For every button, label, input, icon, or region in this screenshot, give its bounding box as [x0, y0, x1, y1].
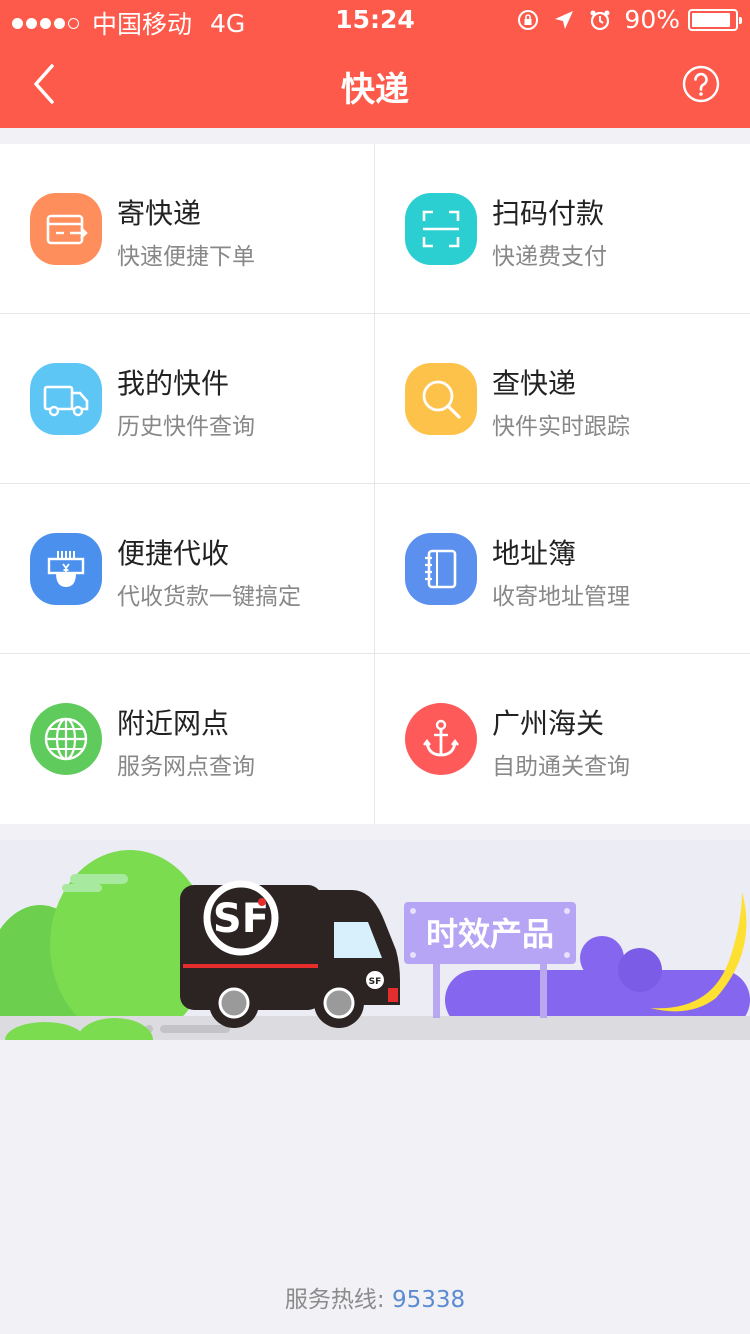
banner-illustration: 时效产品 SF SF: [0, 840, 750, 1040]
anchor-icon: [405, 703, 477, 775]
status-bar-right: 90%: [516, 5, 742, 34]
navigation-bar: 快递: [0, 40, 750, 128]
menu-item-cash-on-delivery[interactable]: 便捷代收 代收货款一键搞定: [0, 484, 375, 654]
location-arrow-icon: [555, 10, 574, 29]
alarm-icon: [590, 10, 610, 30]
menu-item-title: 附近网点: [117, 707, 230, 740]
truck-icon: [30, 363, 102, 435]
menu-item-subtitle: 服务网点查询: [117, 754, 255, 780]
menu-item-guangzhou-customs[interactable]: 广州海关 自助通关查询: [375, 654, 750, 824]
menu-item-title: 地址簿: [492, 537, 577, 570]
banner-sign-text: 时效产品: [426, 915, 554, 953]
battery-percent: 90%: [624, 5, 680, 34]
cash-on-delivery-icon: [30, 533, 102, 605]
page-title: 快递: [341, 70, 409, 110]
service-menu-grid: 寄快递 快速便捷下单 扫码付款 快递费支付 我的快件 历史快件查询 查快递 快件…: [0, 144, 750, 824]
battery-level-fill: [692, 12, 730, 27]
menu-item-address-book[interactable]: 地址簿 收寄地址管理: [375, 484, 750, 654]
menu-item-scan-pay[interactable]: 扫码付款 快递费支付: [375, 144, 750, 314]
hotline-phone-link[interactable]: 95338: [392, 1287, 465, 1313]
menu-item-subtitle: 快递费支付: [492, 244, 607, 270]
menu-item-title: 便捷代收: [117, 537, 230, 570]
menu-item-subtitle: 代收货款一键搞定: [117, 584, 301, 610]
address-book-icon: [405, 533, 477, 605]
scan-code-icon: [405, 193, 477, 265]
menu-item-subtitle: 历史快件查询: [117, 414, 255, 440]
hotline-label: 服务热线:: [284, 1287, 385, 1313]
promo-banner[interactable]: 时效产品 SF SF: [0, 840, 750, 1040]
menu-item-title: 广州海关: [492, 707, 605, 740]
menu-item-title: 查快递: [492, 367, 577, 400]
status-bar: 中国移动 4G 15:24 90%: [0, 0, 750, 40]
menu-item-subtitle: 快件实时跟踪: [492, 414, 630, 440]
send-package-icon: [30, 193, 102, 265]
menu-item-subtitle: 自助通关查询: [492, 754, 630, 780]
rotation-lock-icon: [518, 9, 539, 30]
battery-icon: [688, 8, 742, 31]
menu-item-subtitle: 快速便捷下单: [117, 244, 255, 270]
service-hotline: 服务热线: 95338: [0, 1280, 750, 1314]
globe-icon: [30, 703, 102, 775]
menu-item-send-package[interactable]: 寄快递 快速便捷下单: [0, 144, 375, 314]
menu-item-track-package[interactable]: 查快递 快件实时跟踪: [375, 314, 750, 484]
menu-item-title: 寄快递: [117, 197, 202, 230]
menu-item-nearby-outlets[interactable]: 附近网点 服务网点查询: [0, 654, 375, 824]
search-icon: [405, 363, 477, 435]
menu-item-subtitle: 收寄地址管理: [492, 584, 630, 610]
help-icon[interactable]: [682, 65, 720, 103]
truck-door-logo: SF: [369, 977, 382, 987]
menu-item-title: 我的快件: [117, 367, 230, 400]
menu-item-title: 扫码付款: [492, 197, 605, 230]
menu-item-my-packages[interactable]: 我的快件 历史快件查询: [0, 314, 375, 484]
